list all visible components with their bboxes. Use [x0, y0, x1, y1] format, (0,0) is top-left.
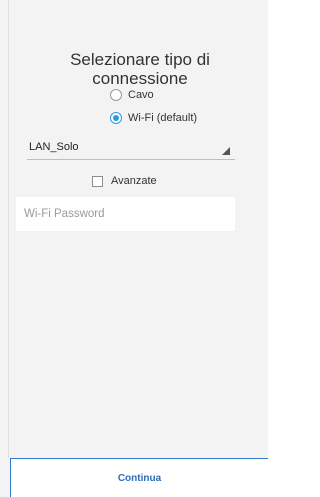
- advanced-label: Avanzate: [111, 175, 157, 187]
- radio-option-wifi[interactable]: Wi-Fi (default): [110, 110, 197, 126]
- page-title: Selezionare tipo di connessione: [70, 50, 210, 88]
- screen-background: Selezionare tipo di connessione Cavo Wi-…: [0, 0, 268, 497]
- radio-label-cavo: Cavo: [128, 89, 154, 101]
- footer-bar: Continua: [10, 458, 268, 497]
- advanced-checkbox[interactable]: [92, 175, 103, 187]
- radio-button-wifi[interactable]: [110, 112, 122, 124]
- radio-button-cavo[interactable]: [110, 89, 122, 101]
- network-select-value: LAN_Solo: [29, 141, 79, 153]
- dropdown-arrow-icon: [222, 147, 230, 155]
- advanced-option[interactable]: Avanzate: [92, 174, 157, 188]
- radio-label-wifi: Wi-Fi (default): [128, 112, 198, 124]
- wifi-password-input[interactable]: [16, 197, 235, 231]
- network-select[interactable]: LAN_Solo: [27, 136, 235, 160]
- radio-option-cavo[interactable]: Cavo: [110, 87, 154, 103]
- continue-button[interactable]: Continua: [11, 459, 268, 497]
